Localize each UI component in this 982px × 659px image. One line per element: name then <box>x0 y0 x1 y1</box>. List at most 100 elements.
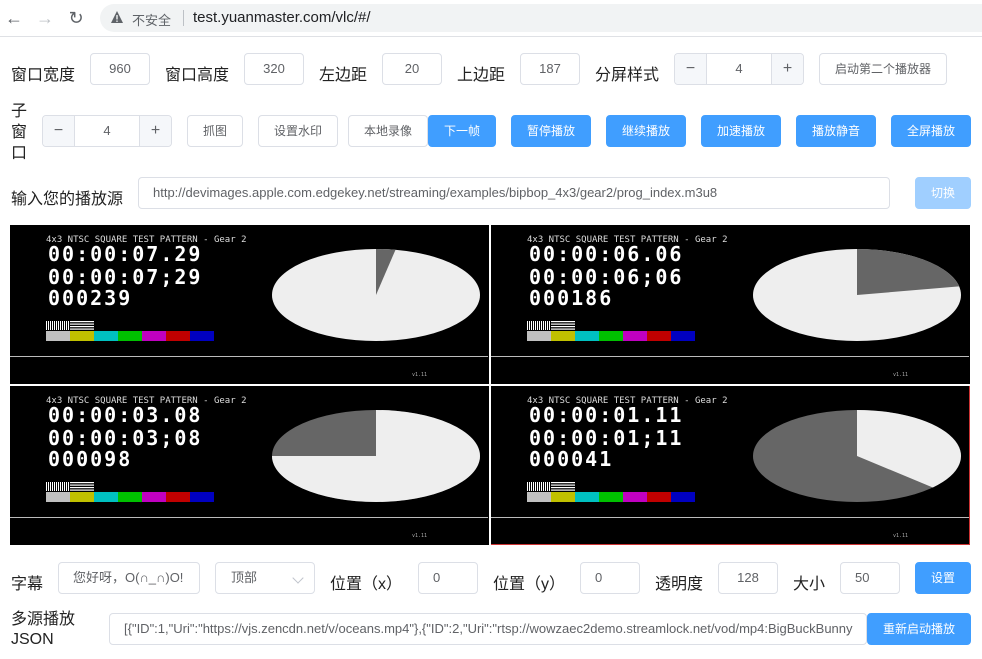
pattern-footer: v1.11 <box>412 533 427 539</box>
color-bar <box>46 492 70 502</box>
color-bar <box>551 492 575 502</box>
resume-button[interactable]: 继续播放 <box>606 115 686 147</box>
color-bar <box>190 331 214 341</box>
window-width-label: 窗口宽度 <box>11 67 76 84</box>
video-pane-1[interactable]: 4x3 NTSC SQUARE TEST PATTERN - Gear 2 00:… <box>10 225 488 383</box>
subtitle-set-button[interactable]: 设置 <box>915 562 971 594</box>
video-pane-2[interactable]: 4x3 NTSC SQUARE TEST PATTERN - Gear 2 00:… <box>491 225 969 383</box>
speed-up-button[interactable]: 加速播放 <box>701 115 781 147</box>
color-bar <box>46 331 70 341</box>
frame-divider-line <box>491 356 969 357</box>
back-arrow-icon[interactable]: ← <box>4 8 24 28</box>
resolution-lines <box>46 482 94 491</box>
mute-button[interactable]: 播放静音 <box>796 115 876 147</box>
color-bar <box>94 331 118 341</box>
size-input[interactable]: 50 <box>840 562 900 594</box>
subtitle-label: 字幕 <box>11 576 44 593</box>
test-pattern-frame: 4x3 NTSC SQUARE TEST PATTERN - Gear 200:… <box>10 396 488 539</box>
local-record-button[interactable]: 本地录像 <box>348 115 428 147</box>
video-pane-3[interactable]: 4x3 NTSC SQUARE TEST PATTERN - Gear 2 00:… <box>10 386 488 544</box>
opacity-input[interactable]: 128 <box>718 562 778 594</box>
insecure-label: 不安全 <box>132 13 172 28</box>
resolution-lines <box>527 482 575 491</box>
subwindow-value[interactable]: 4 <box>75 116 139 146</box>
frame-divider-line <box>491 517 969 518</box>
subtitle-position-select[interactable]: 顶部 <box>215 562 315 594</box>
color-bar <box>190 492 214 502</box>
color-bar <box>671 331 695 341</box>
position-x-input[interactable]: 0 <box>418 562 478 594</box>
color-bar <box>118 331 142 341</box>
window-width-input[interactable]: 960 <box>90 53 150 85</box>
position-y-input[interactable]: 0 <box>580 562 640 594</box>
color-bar <box>623 331 647 341</box>
subwindow-label: 子窗口 <box>11 103 28 162</box>
left-margin-input[interactable]: 20 <box>382 53 442 85</box>
subwindow-decrement-button[interactable]: − <box>43 116 75 146</box>
color-bar <box>166 331 190 341</box>
size-label: 大小 <box>793 576 826 593</box>
start-second-player-button[interactable]: 启动第二个播放器 <box>819 53 947 85</box>
next-frame-button[interactable]: 下一帧 <box>428 115 496 147</box>
color-bar <box>551 331 575 341</box>
color-bar <box>70 492 94 502</box>
color-bar <box>575 331 599 341</box>
window-height-label: 窗口高度 <box>165 67 230 84</box>
test-pattern-frame: 4x3 NTSC SQUARE TEST PATTERN - Gear 200:… <box>10 235 488 378</box>
color-bar <box>166 492 190 502</box>
split-style-label: 分屏样式 <box>595 67 660 84</box>
frame-counter-text: 000239 <box>48 286 132 310</box>
restart-playback-button[interactable]: 重新启动播放 <box>867 613 971 645</box>
source-input[interactable]: http://devimages.apple.com.edgekey.net/s… <box>138 177 890 209</box>
color-bar <box>94 492 118 502</box>
frame-divider-line <box>10 517 488 518</box>
timecode-text: 00:00:06.06 <box>529 242 683 266</box>
color-bar <box>70 331 94 341</box>
pattern-footer: v1.11 <box>893 372 908 378</box>
position-x-label: 位置（x） <box>330 576 403 593</box>
subtitle-text-input[interactable]: 您好呀，O(∩_∩)O! <box>58 562 200 594</box>
opacity-label: 透明度 <box>655 576 704 593</box>
url-text[interactable]: test.yuanmaster.com/vlc/#/ <box>193 9 371 26</box>
color-bar <box>118 492 142 502</box>
test-pattern-frame: 4x3 NTSC SQUARE TEST PATTERN - Gear 200:… <box>491 396 969 539</box>
switch-source-button[interactable]: 切换 <box>915 177 971 209</box>
source-label: 输入您的播放源 <box>11 191 124 208</box>
frame-counter-text: 000098 <box>48 447 132 471</box>
window-height-input[interactable]: 320 <box>244 53 304 85</box>
frame-counter-text: 000041 <box>529 447 613 471</box>
address-bar[interactable]: 不安全 test.yuanmaster.com/vlc/#/ <box>100 4 982 32</box>
subtitle-position-value: 顶部 <box>231 570 258 585</box>
chevron-down-icon <box>292 572 304 584</box>
pause-button[interactable]: 暂停播放 <box>511 115 591 147</box>
color-bar <box>142 492 166 502</box>
split-style-value[interactable]: 4 <box>707 54 771 84</box>
snapshot-button[interactable]: 抓图 <box>187 115 243 147</box>
forward-arrow-icon[interactable]: → <box>35 8 55 28</box>
split-increment-button[interactable]: + <box>771 54 803 84</box>
video-grid: 4x3 NTSC SQUARE TEST PATTERN - Gear 2 00:… <box>10 225 970 545</box>
color-bar <box>527 492 551 502</box>
set-watermark-button[interactable]: 设置水印 <box>258 115 338 147</box>
left-margin-label: 左边距 <box>319 67 368 84</box>
pattern-footer: v1.11 <box>412 372 427 378</box>
multisource-json-input[interactable]: [{"ID":1,"Uri":"https://vjs.zencdn.net/v… <box>109 613 867 645</box>
multisource-label: 多源播放JSON <box>11 611 76 648</box>
timecode-text: 00:00:01.11 <box>529 403 683 427</box>
video-pane-4[interactable]: 4x3 NTSC SQUARE TEST PATTERN - Gear 2 00:… <box>490 385 970 545</box>
color-bar <box>142 331 166 341</box>
subwindow-increment-button[interactable]: + <box>139 116 171 146</box>
color-bar <box>647 331 671 341</box>
reload-icon[interactable]: ↻ <box>66 8 86 28</box>
top-margin-input[interactable]: 187 <box>520 53 580 85</box>
frame-divider-line <box>10 356 488 357</box>
timecode-text: 00:00:07.29 <box>48 242 202 266</box>
color-bar <box>575 492 599 502</box>
split-style-stepper: − 4 + <box>674 53 804 85</box>
fullscreen-button[interactable]: 全屏播放 <box>891 115 971 147</box>
color-bar <box>647 492 671 502</box>
color-bar <box>599 331 623 341</box>
split-decrement-button[interactable]: − <box>675 54 707 84</box>
resolution-lines <box>527 321 575 330</box>
resolution-lines <box>46 321 94 330</box>
